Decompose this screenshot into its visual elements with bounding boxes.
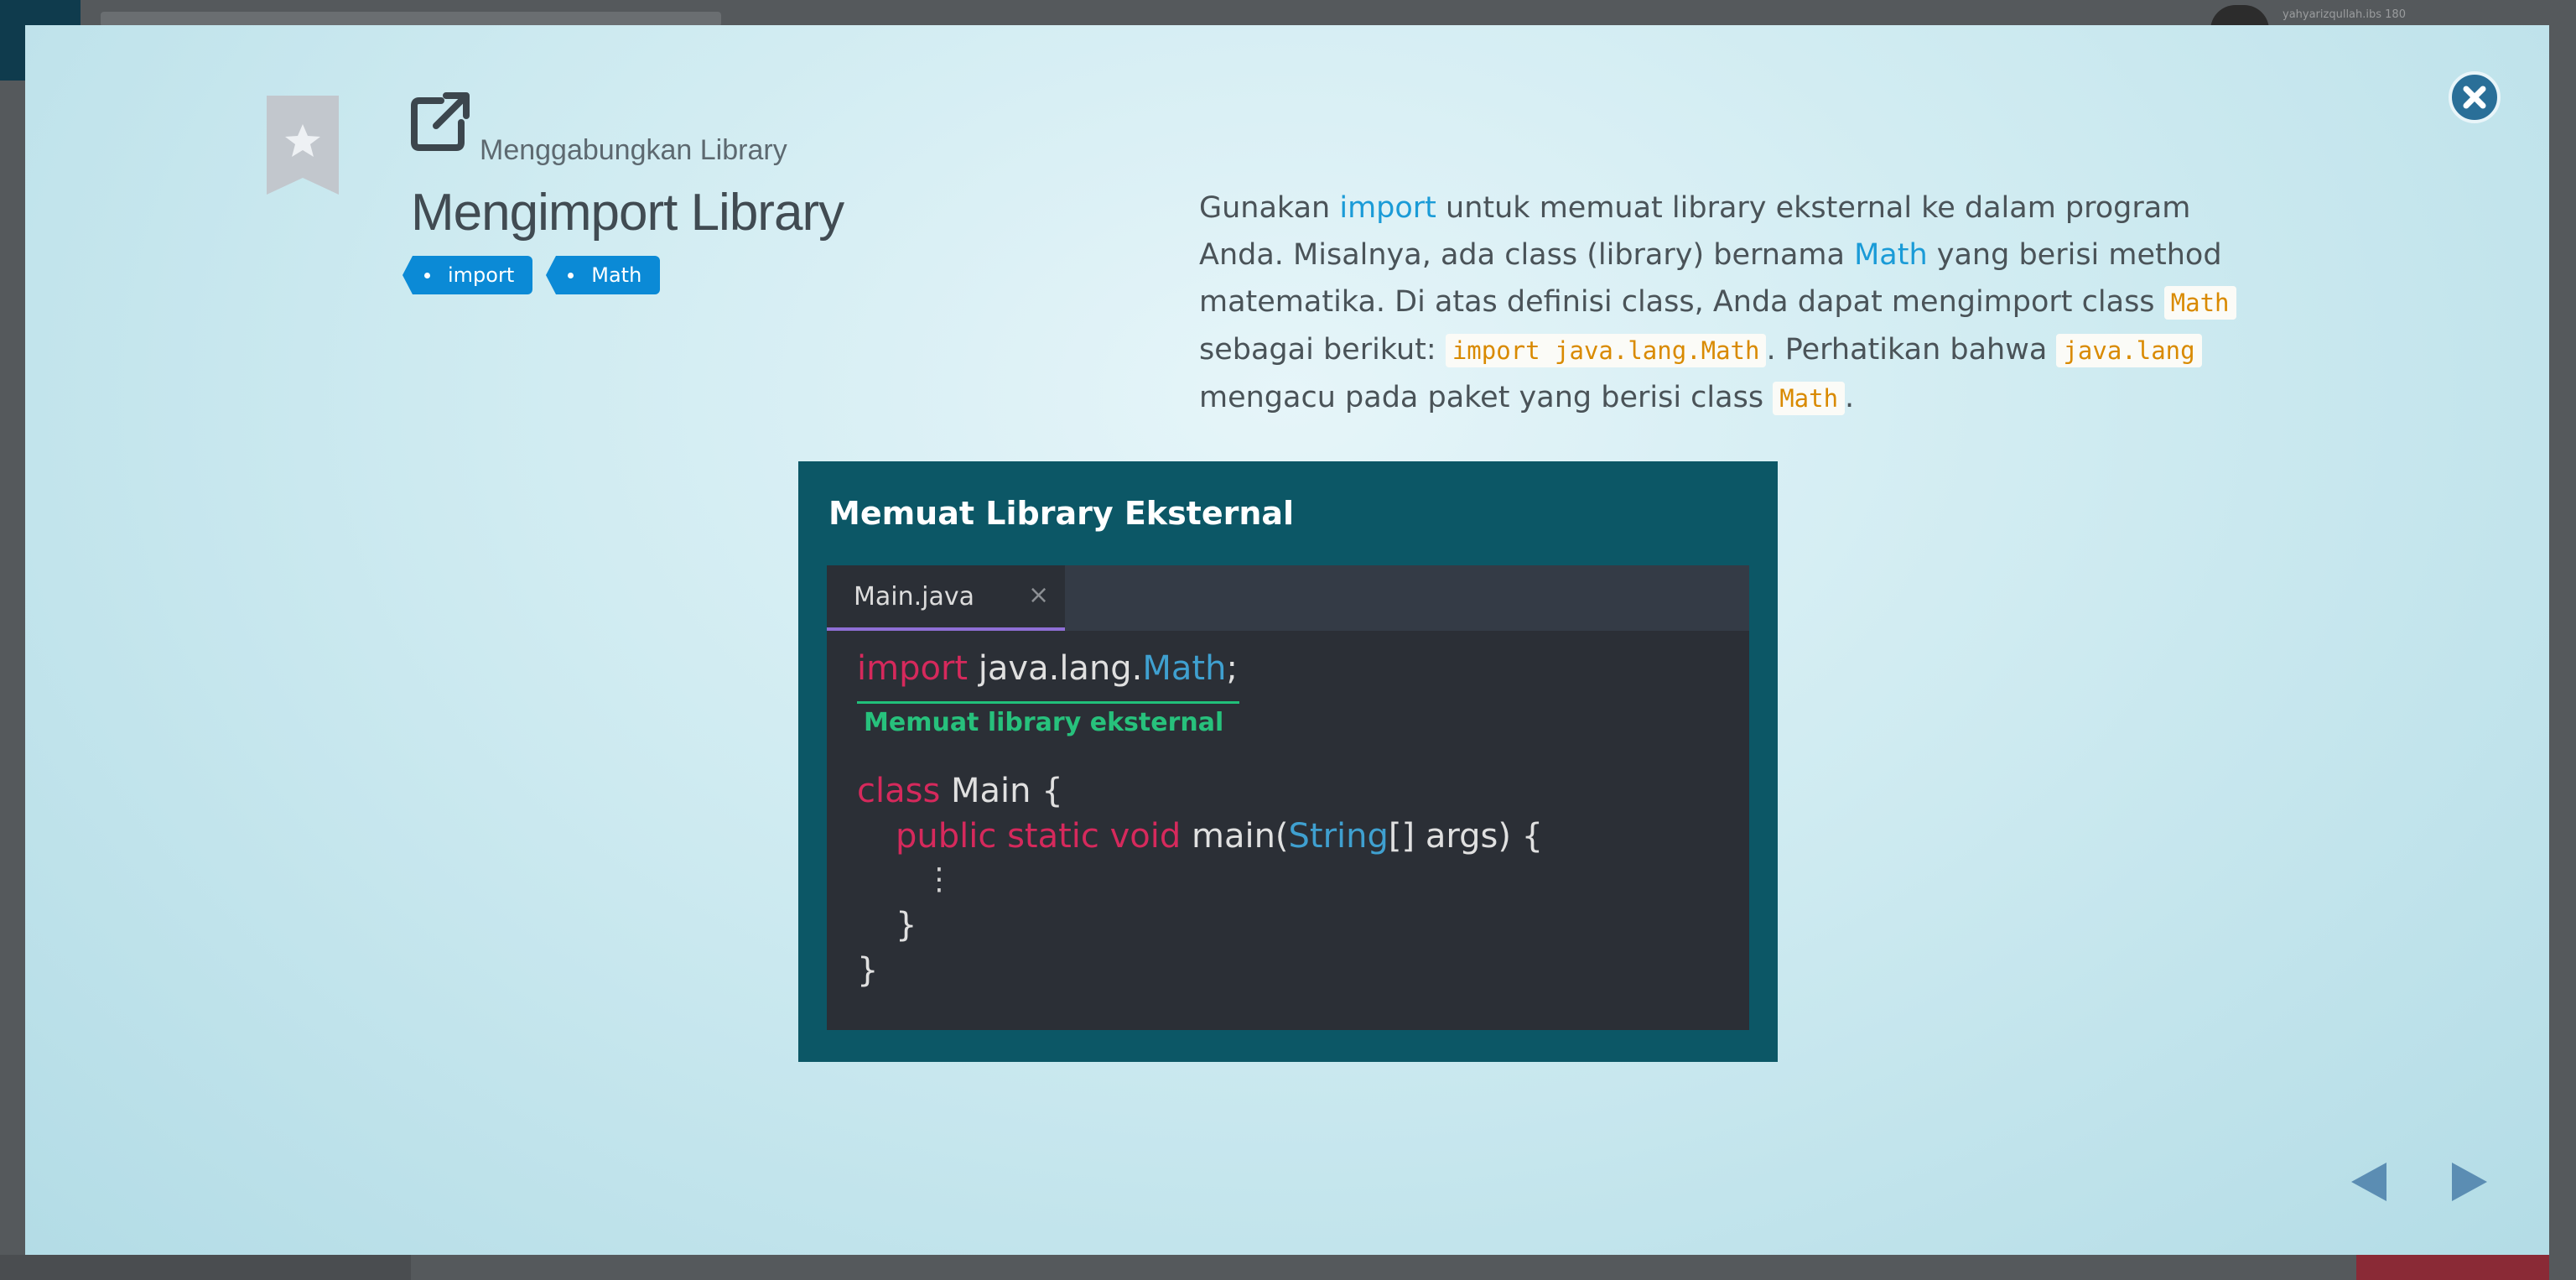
code-token: java.lang. <box>968 649 1143 688</box>
inline-code: Math <box>1773 382 1846 415</box>
desc-text: Gunakan <box>1199 191 1340 225</box>
desc-text: mengacu pada paket yang berisi class <box>1199 381 1774 414</box>
code-annotation: Memuat library eksternal <box>864 708 1224 737</box>
tag-math[interactable]: Math <box>546 256 661 294</box>
inline-code: java.lang <box>2056 334 2202 367</box>
close-button[interactable] <box>2449 71 2501 123</box>
annotation-underline <box>857 701 1239 704</box>
desc-text: . Perhatikan bahwa <box>1766 333 2057 367</box>
backdrop-footer-bar <box>0 1255 411 1280</box>
code-token: String <box>1288 817 1389 856</box>
code-token: class <box>857 772 941 810</box>
close-icon <box>2463 86 2486 109</box>
page-title: Mengimport Library <box>411 184 844 242</box>
code-line-class: class Main { <box>857 772 1063 810</box>
previous-arrow-icon[interactable] <box>2348 1161 2390 1203</box>
tag-list: import Math <box>402 256 661 294</box>
code-token: main( <box>1181 817 1289 856</box>
illustration-card: Memuat Library Eksternal Main.java × imp… <box>798 461 1778 1062</box>
code-line-close-method: } <box>896 906 917 944</box>
desc-text: sebagai berikut: <box>1199 333 1446 367</box>
next-arrow-icon[interactable] <box>2449 1161 2490 1203</box>
tag-import[interactable]: import <box>402 256 533 294</box>
external-link-icon <box>411 92 470 151</box>
lesson-description: Gunakan import untuk memuat library ekst… <box>1199 185 2256 422</box>
code-line-main: public static void main(String[] args) { <box>896 817 1543 856</box>
code-token: Main { <box>940 772 1063 810</box>
code-line-close-class: } <box>857 951 879 990</box>
code-line-ellipsis: ⋮ <box>924 862 954 897</box>
desc-keyword-import: import <box>1339 191 1436 225</box>
backdrop-username: yahyarizqullah.ibs 180 <box>2283 8 2406 21</box>
editor-tab-label: Main.java <box>854 582 975 611</box>
code-token: public static void <box>896 817 1182 856</box>
code-token: ; <box>1226 649 1238 688</box>
breadcrumb[interactable]: Menggabungkan Library <box>480 134 787 167</box>
inline-code: import java.lang.Math <box>1445 334 1767 367</box>
code-token: import <box>857 649 969 688</box>
code-line-import: import java.lang.Math; <box>857 649 1238 688</box>
illustration-title: Memuat Library Eksternal <box>828 495 1295 532</box>
lesson-modal: Menggabungkan Library Mengimport Library… <box>25 25 2549 1255</box>
desc-keyword-math: Math <box>1854 238 1928 272</box>
desc-text: . <box>1845 381 1855 414</box>
code-token: [] args) { <box>1388 817 1544 856</box>
editor-tab-main-java: Main.java × <box>827 565 1065 631</box>
bookmark-star-icon[interactable] <box>267 96 339 195</box>
inline-code: Math <box>2163 286 2236 320</box>
tab-close-icon: × <box>1028 580 1050 610</box>
code-editor: Main.java × import java.lang.Math; Memua… <box>827 565 1749 1030</box>
code-token: Math <box>1142 649 1227 688</box>
